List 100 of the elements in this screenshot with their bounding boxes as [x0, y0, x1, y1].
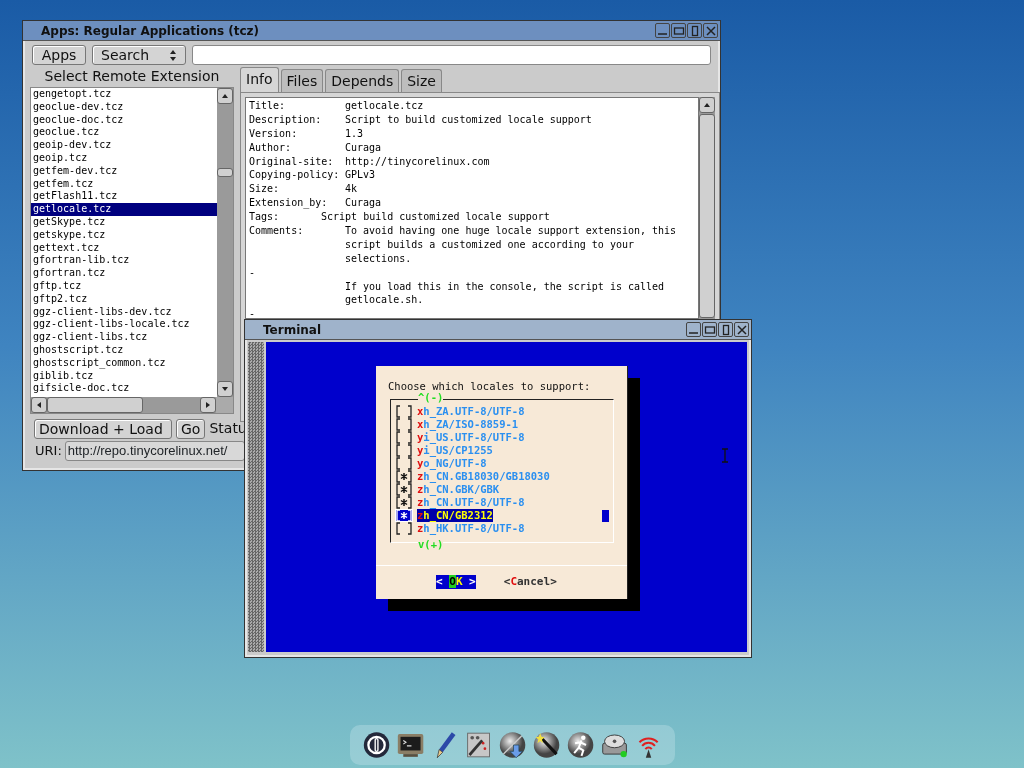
locale-option[interactable]: zh_HK.UTF-8/UTF-8 — [417, 522, 525, 535]
scroll-up-button[interactable] — [699, 97, 715, 113]
field-label: Extension_by: — [249, 196, 329, 211]
checkbox[interactable] — [395, 470, 413, 483]
scroll-down-button[interactable] — [217, 381, 233, 397]
list-item[interactable]: geoip-dev.tcz — [31, 139, 217, 152]
list-item[interactable]: gfortran.tcz — [31, 267, 217, 280]
power-icon[interactable] — [361, 729, 391, 761]
scroll-down-indicator: v(+) — [418, 538, 444, 551]
locale-option[interactable]: yo_NG/UTF-8 — [417, 457, 487, 470]
scroll-position-marker — [602, 509, 609, 522]
search-field[interactable] — [192, 45, 711, 65]
close-button[interactable] — [703, 23, 718, 38]
field-value: getlocale.sh. — [345, 293, 424, 308]
shade-button[interactable] — [718, 322, 733, 337]
checkbox[interactable] — [395, 444, 413, 457]
scroll-left-button[interactable] — [31, 397, 47, 413]
window-title: Terminal — [263, 321, 323, 339]
minimize-button[interactable] — [655, 23, 670, 38]
list-item[interactable]: getfem-dev.tcz — [31, 164, 217, 178]
list-item[interactable]: giblib.tcz — [31, 369, 217, 383]
tab[interactable]: Size — [401, 69, 442, 92]
list-item[interactable]: getlocale.tcz — [31, 203, 217, 216]
list-item[interactable]: gettext.tcz — [31, 241, 217, 255]
scroll-up-button[interactable] — [217, 88, 233, 104]
field-value: If you load this in the console, the script is called — [345, 279, 665, 294]
shade-button[interactable] — [687, 23, 702, 38]
minimize-button[interactable] — [686, 322, 701, 337]
field-value: Curaga — [345, 140, 382, 155]
list-item[interactable]: gfortran-lib.tcz — [31, 254, 217, 268]
running-figure-icon[interactable] — [566, 729, 596, 761]
locale-option[interactable]: zh_CN.GBK/GBK — [417, 483, 500, 496]
apps-button[interactable]: Apps — [32, 45, 86, 65]
list-item[interactable]: ghostscript.tcz — [31, 343, 217, 357]
download-icon[interactable] — [497, 729, 528, 761]
vertical-scrollbar[interactable] — [217, 88, 233, 397]
uri-field[interactable]: http://repo.tinycorelinux.net/ — [64, 441, 245, 461]
minimize-icon — [658, 33, 667, 35]
dash-text: - — [249, 265, 256, 280]
tab[interactable]: Info — [240, 67, 279, 92]
checkbox[interactable] — [395, 405, 413, 418]
checkbox[interactable] — [395, 483, 413, 496]
list-item[interactable]: ggz-client-libs.tcz — [31, 331, 217, 344]
checkbox[interactable] — [395, 431, 413, 444]
checkbox[interactable] — [395, 522, 413, 535]
locale-option[interactable]: yi_US.UTF-8/UTF-8 — [417, 431, 525, 444]
checkbox[interactable] — [395, 457, 413, 470]
field-label: Author: — [249, 140, 293, 155]
horizontal-scrollbar[interactable] — [31, 397, 216, 413]
locale-option[interactable]: xh_ZA.UTF-8/UTF-8 — [417, 405, 525, 418]
tab[interactable]: Depends — [325, 69, 400, 92]
locale-option[interactable]: yi_US/CP1255 — [417, 444, 493, 457]
locale-option[interactable]: zh_CN.UTF-8/UTF-8 — [417, 496, 525, 509]
field-label: Size: — [249, 182, 281, 197]
list-item[interactable]: geoclue-doc.tcz — [31, 113, 217, 127]
scrollbar-thumb[interactable] — [47, 397, 143, 413]
list-item[interactable]: getFlash11.tcz — [31, 190, 217, 204]
dash-text: - — [249, 307, 256, 322]
field-label: Version: — [249, 126, 299, 141]
checkbox[interactable] — [395, 496, 413, 509]
magic-wand-icon[interactable] — [532, 729, 562, 761]
cancel-button[interactable]: <Cancel> — [503, 575, 557, 589]
field-value: selections. — [345, 251, 412, 266]
field-value: script builds a customized one according to your — [345, 237, 634, 252]
list-item[interactable]: geoip.tcz — [31, 152, 217, 165]
go-button[interactable]: Go — [176, 418, 206, 439]
list-item[interactable]: ggz-client-libs-dev.tcz — [31, 305, 217, 319]
list-item[interactable]: geoclue-dev.tcz — [31, 100, 217, 114]
maximize-button[interactable] — [671, 23, 686, 38]
caret-icon — [169, 48, 177, 62]
close-icon — [704, 24, 717, 37]
list-item[interactable]: getskype.tcz — [31, 228, 217, 242]
locale-option[interactable]: zh_CN.GB18030/GB18030 — [417, 470, 550, 483]
field-value: 4k — [345, 182, 358, 197]
list-item[interactable]: getSkype.tcz — [31, 215, 217, 229]
field-label: Description: — [249, 112, 323, 127]
list-item[interactable]: geoclue.tcz — [31, 126, 217, 140]
list-item[interactable]: gftp.tcz — [31, 279, 217, 293]
list-item[interactable]: gengetopt.tcz — [31, 88, 217, 101]
uri-label: URI: — [35, 442, 62, 461]
list-item[interactable]: ghostscript_common.tcz — [31, 356, 217, 370]
list-item[interactable]: gifsicle-doc.tcz — [31, 382, 217, 396]
locale-option[interactable]: xh_ZA/ISO-8859-1 — [417, 418, 519, 431]
field-value: GPLv3 — [345, 168, 376, 183]
checkbox[interactable] — [395, 418, 413, 431]
field-label: Title: — [249, 99, 287, 113]
action-select[interactable]: Download + Load — [34, 418, 172, 439]
field-label: Comments: — [249, 224, 305, 238]
search-select[interactable]: Search — [92, 45, 186, 65]
tab[interactable]: Files — [280, 69, 324, 92]
maximize-button[interactable] — [702, 322, 717, 337]
maximize-icon — [703, 323, 716, 336]
field-value: http://tinycorelinux.com — [345, 154, 490, 169]
close-button[interactable] — [734, 322, 749, 337]
scrollbar-thumb[interactable] — [217, 168, 233, 177]
list-item[interactable]: getfem.tcz — [31, 177, 217, 191]
list-item[interactable]: ggz-client-libs-locale.tcz — [31, 318, 217, 332]
scroll-right-button[interactable] — [200, 397, 216, 413]
list-item[interactable]: gftp2.tcz — [31, 292, 217, 306]
locale-option[interactable]: zh_CN/GB2312 — [417, 509, 493, 522]
